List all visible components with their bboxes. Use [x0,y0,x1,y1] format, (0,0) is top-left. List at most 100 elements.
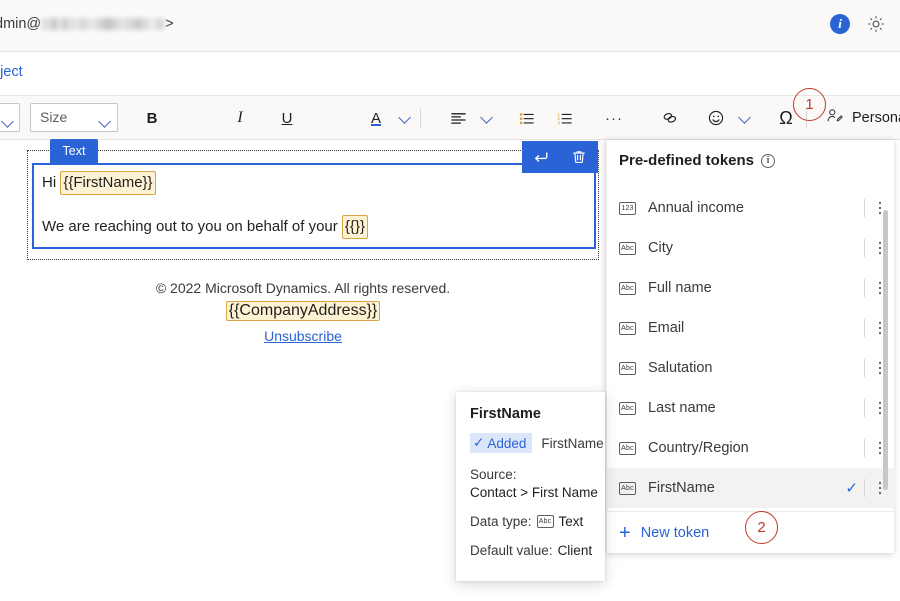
info-circle-icon[interactable]: i [761,154,775,168]
font-size-label: Size [40,109,67,125]
numbered-list-icon[interactable]: 123 [550,104,578,132]
new-token-label: New token [641,525,710,541]
token-label: City [648,240,864,256]
font-color-label: A [371,110,381,127]
email-line-1: Hi {{FirstName}} [42,171,586,195]
token-selected-check-icon: ✓ [845,479,858,497]
text-type-icon: Abc [619,362,636,375]
company-address-token[interactable]: {{CompanyAddress}} [226,301,381,321]
more-formatting-options-button[interactable]: ··· [600,104,628,132]
more-options-icon[interactable] [865,194,895,222]
token-row[interactable]: AbcLast name [607,388,895,428]
text-block-container[interactable]: Text Hi {{F [27,150,599,260]
token-row[interactable]: Abc Salutation [607,348,895,388]
new-token-button[interactable]: + New token [607,511,895,553]
more-options-icon[interactable] [865,394,895,422]
token-row[interactable]: Abc City [607,228,895,268]
token-label: Annual income [648,200,864,216]
token-row[interactable]: AbcFull name [607,268,895,308]
special-character-button[interactable]: Ω [772,104,800,132]
bulleted-list-icon[interactable] [512,104,540,132]
token-row[interactable]: Abc Email [607,308,895,348]
person-edit-icon [826,107,843,129]
header-actions: i [830,14,886,34]
more-options-icon[interactable] [865,474,895,502]
italic-button[interactable]: I [226,104,254,132]
toolbar-divider [420,108,421,128]
text-block-actions [522,141,598,173]
token-label: Full name [648,280,864,296]
link-icon[interactable] [656,104,684,132]
more-options-icon[interactable] [865,354,895,382]
token-detail-card: FirstName ✓ Added FirstName Source: Cont… [456,392,605,581]
default-value-label: Default value: [470,543,553,558]
predefined-tokens-panel: Pre-defined tokens i 123Annual incomeAbc… [606,140,894,553]
chevron-down-icon [3,113,12,131]
redacted-text-block [78,18,164,30]
empty-token[interactable]: {{}} [342,215,368,239]
unsubscribe-link[interactable]: Unsubscribe [264,328,342,344]
text-type-icon: Abc [619,322,636,335]
more-options-icon[interactable] [865,314,895,342]
detail-card-title: FirstName [470,406,605,422]
bold-button[interactable]: B [138,104,166,132]
default-value: Client [558,543,593,558]
token-label: FirstName [648,480,845,496]
align-left-icon[interactable] [444,104,472,132]
text-block-badge[interactable]: Text [50,139,98,163]
trash-icon[interactable] [566,144,592,170]
gear-icon[interactable] [866,14,886,34]
more-options-icon[interactable] [865,274,895,302]
underline-button[interactable]: U [273,104,301,132]
token-label: Salutation [648,360,864,376]
email-line-1-prefix: Hi [42,174,60,191]
subject-text[interactable]: bject [0,64,23,80]
font-family-select[interactable] [0,103,20,132]
undo-arrow-icon[interactable] [528,144,554,170]
added-label: Added [487,436,526,451]
source-value: Contact > First Name [470,485,605,500]
data-type-value: Text [559,514,584,529]
subject-row[interactable]: bject [0,52,900,96]
added-status-badge[interactable]: ✓ Added [470,433,532,453]
font-size-select[interactable]: Size [30,103,118,132]
token-list: 123Annual incomeAbcCityAbcFull nameAbcEm… [607,188,895,511]
token-row[interactable]: Abc FirstName✓ [607,468,895,508]
token-panel-scrollbar[interactable] [883,210,888,490]
text-type-icon: Abc [619,402,636,415]
email-line-2: We are reaching out to you on behalf of … [42,215,586,239]
info-icon[interactable]: i [830,14,850,34]
chevron-down-icon [482,109,491,127]
check-icon: ✓ [473,435,484,451]
chevron-down-icon [100,113,109,131]
personalization-label: Personalization [852,110,900,126]
chevron-down-icon [400,109,409,127]
redacted-text-block [42,18,76,30]
emoji-dropdown[interactable] [730,104,758,132]
default-value-row: Default value: Client [470,543,605,558]
company-address-row: {{CompanyAddress}} [0,301,606,321]
more-options-icon[interactable] [865,434,895,462]
align-dropdown[interactable] [472,104,500,132]
font-color-button[interactable]: A [362,104,390,132]
text-type-icon: Abc [619,482,636,495]
token-label: Country/Region [648,440,864,456]
token-row[interactable]: Abc Country/Region [607,428,895,468]
emoji-icon[interactable] [702,104,730,132]
token-row[interactable]: 123Annual income [607,188,895,228]
email-footer: © 2022 Microsoft Dynamics. All rights re… [0,280,606,346]
detail-card-added-row: ✓ Added FirstName [470,433,605,453]
data-type-label: Data type: [470,514,532,529]
text-type-icon: Abc [619,242,636,255]
panel-title-label: Pre-defined tokens [619,152,754,169]
detail-card-token-name: FirstName [541,436,603,451]
firstname-token[interactable]: {{FirstName}} [60,171,155,195]
token-label: Email [648,320,864,336]
text-type-icon: Abc [619,442,636,455]
email-line-2-prefix: We are reaching out to you on behalf of … [42,218,342,235]
font-color-dropdown[interactable] [390,104,418,132]
more-options-icon[interactable] [865,234,895,262]
chevron-down-icon [740,109,749,127]
personalization-button[interactable]: Personalization [826,104,900,132]
text-block-editor[interactable]: Hi {{FirstName}} We are reaching out to … [32,163,596,249]
